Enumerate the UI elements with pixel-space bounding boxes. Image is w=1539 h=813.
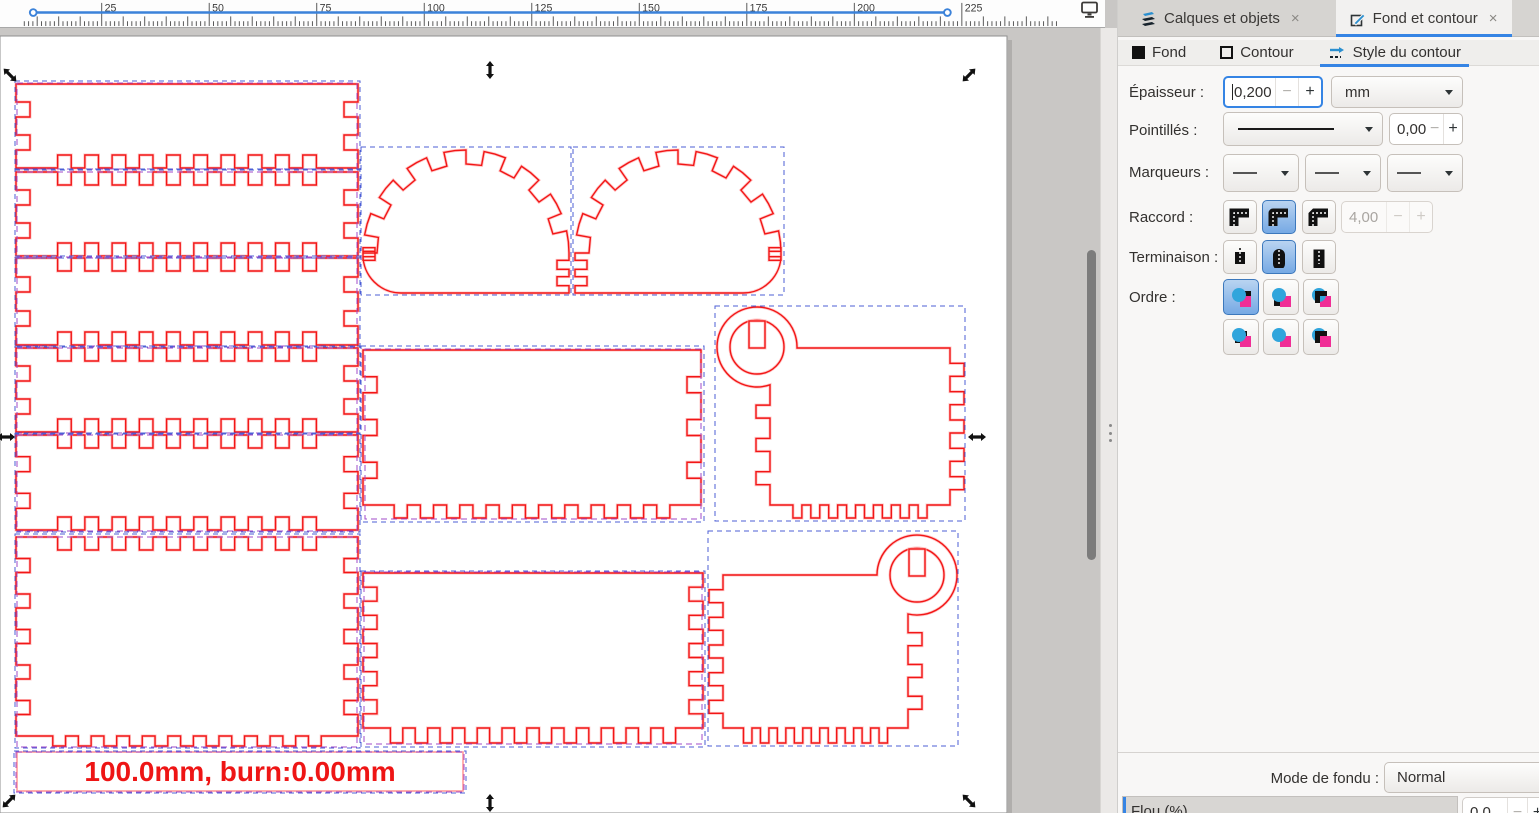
dash-offset-spinbox[interactable]: 0,00 − + [1389,113,1463,145]
display-icon[interactable] [1080,1,1100,19]
paint-order-icon [1229,285,1253,309]
join-bevel-button[interactable] [1302,200,1336,234]
square-cap-icon [1308,246,1330,268]
paint-order-button-3[interactable] [1303,279,1339,315]
tab-label: Fond et contour [1373,10,1478,27]
tab-layers-objects[interactable]: Calques et objets × [1126,0,1314,37]
cap-square-button[interactable] [1302,240,1336,274]
paint-order-button-4[interactable] [1223,319,1259,355]
round-cap-icon [1268,246,1290,268]
blend-mode-label: Mode de fondu : [1271,770,1379,787]
tab-label: Calques et objets [1164,10,1280,27]
close-icon[interactable]: × [1489,10,1498,27]
chevron-down-icon [1363,171,1371,180]
ruler-label: 225 [965,3,983,15]
cap-butt-button[interactable] [1223,240,1257,274]
paint-order-icon [1229,325,1253,349]
join-round-button[interactable] [1262,200,1296,234]
marker-start-dropdown[interactable] [1223,154,1299,192]
paint-order-button-2[interactable] [1263,279,1299,315]
chevron-down-icon [1445,90,1453,99]
cap-label: Terminaison : [1129,249,1218,266]
subtab-label: Fond [1152,44,1186,61]
inkscape-window: 255075100125150175200225 100.0mm, burn:0… [0,0,1539,813]
stroke-style-icon [1328,46,1346,60]
subtab-fill[interactable]: Fond [1122,40,1196,66]
paint-order-icon [1309,285,1333,309]
blur-slider[interactable]: Flou (%) [1122,796,1458,813]
miter-limit-spinbox: 4,00 − + [1341,201,1433,233]
join-miter-button[interactable] [1223,200,1257,234]
cap-round-button[interactable] [1262,240,1296,274]
increment-button[interactable]: + [1298,78,1321,106]
bevel-join-icon [1308,206,1330,228]
close-icon[interactable]: × [1291,10,1300,27]
increment-button[interactable]: + [1443,114,1462,144]
blur-row: Flou (%) 0,0 − + [1122,796,1539,813]
layers-icon [1140,11,1157,26]
decrement-button[interactable]: − [1275,78,1298,106]
fill-stroke-subtabs: Fond Contour Style du contour [1118,40,1539,66]
order-label: Ordre : [1129,289,1176,306]
subtab-label: Contour [1240,44,1293,61]
dock-tab-bar: Calques et objets × Fond et contour × [1118,0,1539,37]
tab-fill-stroke[interactable]: Fond et contour × [1336,0,1512,37]
drag-dots-icon [1109,424,1112,442]
blend-mode-value: Normal [1385,769,1445,786]
width-label: Épaisseur : [1129,84,1204,101]
stroke-square-icon [1220,46,1233,59]
paint-order-icon [1269,285,1293,309]
subtab-stroke-paint[interactable]: Contour [1210,40,1303,66]
fill-stroke-dock: Calques et objets × Fond et contour × Fo… [1117,0,1539,813]
miter-limit-value: 4,00 [1349,209,1378,226]
paint-order-button-1[interactable] [1223,279,1259,315]
fill-stroke-icon [1350,11,1366,27]
blur-spinbox[interactable]: 0,0 − + [1462,797,1539,813]
chevron-down-icon [1445,171,1453,180]
dashes-label: Pointillés : [1129,122,1197,139]
line-icon [1397,172,1421,174]
decrement-button[interactable]: − [1507,798,1527,813]
join-label: Raccord : [1129,209,1193,226]
line-icon [1233,172,1257,174]
text-caret [1232,84,1233,100]
solid-line-icon [1238,128,1334,130]
blur-slider-handle[interactable] [1123,797,1126,813]
increment-button[interactable]: + [1527,798,1539,813]
butt-cap-icon [1229,246,1251,268]
marker-end-dropdown[interactable] [1387,154,1463,192]
vertical-scrollbar[interactable] [1087,250,1096,560]
miter-join-icon [1229,206,1251,228]
dimension-text[interactable]: 100.0mm, burn:0.00mm [84,756,395,787]
paint-order-button-6[interactable] [1303,319,1339,355]
unit-dropdown[interactable]: mm [1331,76,1463,108]
chevron-down-icon [1365,127,1373,136]
stroke-width-spinbox[interactable]: 0,200 − + [1223,76,1323,108]
paint-order-icon [1309,325,1333,349]
decrement-button[interactable]: − [1426,114,1443,144]
blur-value: 0,0 [1470,804,1491,813]
markers-label: Marqueurs : [1129,164,1209,181]
marker-mid-dropdown[interactable] [1305,154,1381,192]
subtab-stroke-style[interactable]: Style du contour [1318,40,1471,66]
blur-label: Flou (%) [1131,803,1188,813]
chevron-down-icon [1281,171,1289,180]
paint-order-icon [1269,325,1293,349]
decrement-button: − [1386,202,1409,232]
stroke-width-value: 0,200 [1234,84,1272,101]
round-join-icon [1268,206,1290,228]
dash-pattern-dropdown[interactable] [1223,112,1383,146]
subtab-label: Style du contour [1353,44,1461,61]
paint-order-button-5[interactable] [1263,319,1299,355]
dash-offset-value: 0,00 [1397,121,1426,138]
panel-resize-handle[interactable] [1100,28,1117,813]
horizontal-ruler[interactable]: 255075100125150175200225 [0,0,1105,28]
line-icon [1315,172,1339,174]
drawing-canvas[interactable]: 100.0mm, burn:0.00mm [0,28,1105,813]
unit-value: mm [1345,84,1370,101]
fill-square-icon [1132,46,1145,59]
increment-button: + [1409,202,1432,232]
blend-mode-dropdown[interactable]: Normal [1384,762,1539,793]
